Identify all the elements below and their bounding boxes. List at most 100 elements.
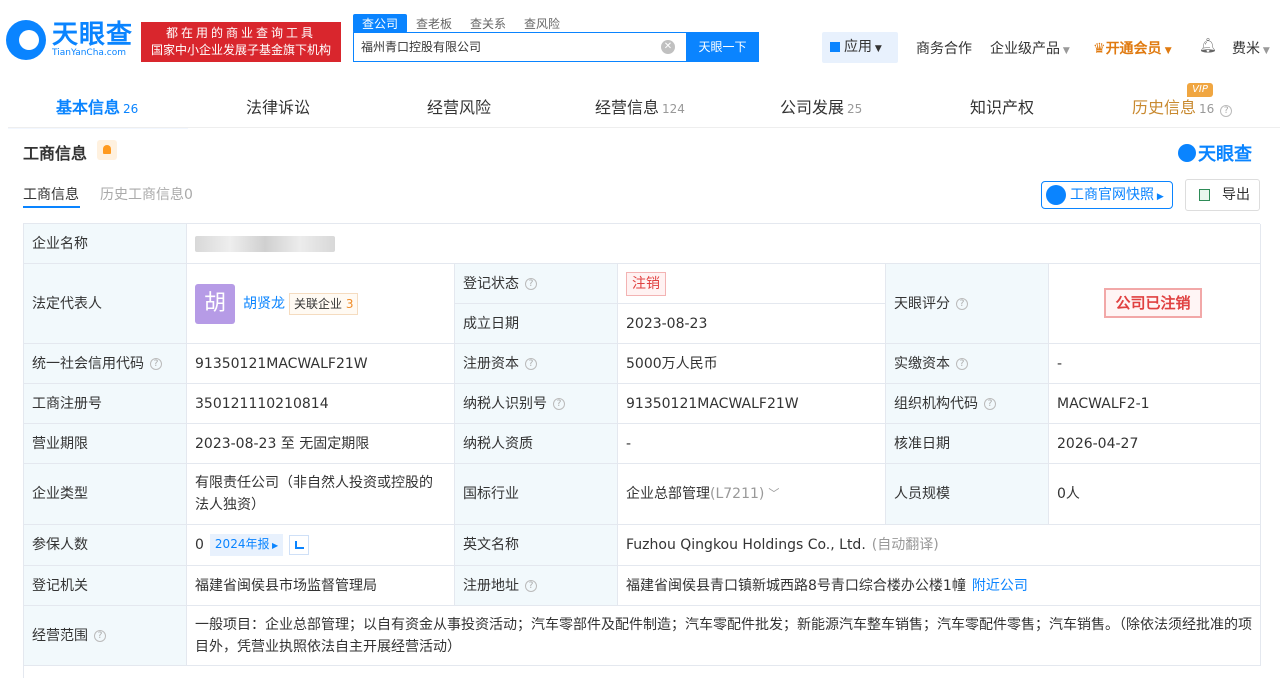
company-name-value: [187, 224, 1261, 264]
org-code-label-text: 组织机构代码: [894, 395, 978, 412]
credit-code-label: 统一社会信用代码?: [24, 344, 187, 384]
help-icon[interactable]: ?: [553, 397, 565, 410]
tab-label: 历史信息: [1132, 98, 1197, 117]
monitor-bell-icon[interactable]: [97, 140, 117, 160]
slogan-banner: 都在用的商业查询工具 国家中小企业发展子基金旗下机构: [141, 22, 341, 62]
caret-down-icon: ▼: [1060, 46, 1070, 56]
help-icon[interactable]: ?: [956, 297, 968, 310]
score-label-text: 天眼评分: [894, 295, 950, 312]
tab-count: 124: [662, 102, 685, 116]
tab-business-info[interactable]: 经营信息 124: [595, 94, 685, 118]
tax-qual-label: 纳税人资质: [455, 424, 618, 464]
help-icon[interactable]: ?: [94, 629, 106, 642]
org-code-label: 组织机构代码?: [886, 384, 1049, 424]
tab-risk[interactable]: 经营风险: [427, 94, 491, 118]
industry-label: 国标行业: [455, 464, 618, 525]
org-code-value: MACWALF2-1: [1049, 384, 1261, 424]
company-type-label: 企业类型: [24, 464, 187, 525]
brand-eye-icon: [1178, 144, 1196, 162]
reg-capital-label-text: 注册资本: [463, 355, 519, 372]
tab-development[interactable]: 公司发展 25: [780, 94, 862, 118]
tax-id-label-text: 纳税人识别号: [463, 395, 547, 412]
industry-name: 企业总部管理: [626, 486, 710, 502]
nav-enterprise[interactable]: 企业级产品 ▼: [990, 38, 1070, 58]
site-logo[interactable]: 天眼查 TianYanCha.com: [6, 20, 133, 60]
help-icon[interactable]: ?: [150, 357, 162, 370]
tax-id-value: 91350121MACWALF21W: [618, 384, 886, 424]
scope-label: 经营范围?: [24, 606, 187, 666]
credit-code-label-text: 统一社会信用代码: [32, 355, 144, 372]
nav-user-label: 费米: [1232, 41, 1260, 57]
annual-report-tag[interactable]: 2024年报 ▶: [209, 534, 284, 556]
authority-value: 福建省闽侯县市场监督管理局: [187, 566, 455, 606]
en-name-label: 英文名称: [455, 525, 618, 566]
clear-icon[interactable]: ✕: [661, 40, 675, 54]
app-menu-label: 应用: [844, 39, 872, 55]
nav-user[interactable]: 费米 ▼: [1232, 38, 1270, 58]
caret-right-icon: ▶: [1154, 192, 1164, 202]
tab-history[interactable]: 历史信息 16?: [1132, 94, 1233, 118]
help-icon[interactable]: ?: [1220, 105, 1233, 117]
industry-value[interactable]: 企业总部管理 (L7211) ﹀: [618, 464, 886, 525]
authority-label: 登记机关: [24, 566, 187, 606]
search-tab-boss[interactable]: 查老板: [407, 14, 461, 33]
nav-vip[interactable]: ♛开通会员 ▼: [1093, 38, 1172, 58]
search-tab-company[interactable]: 查公司: [353, 14, 408, 33]
company-type-value: 有限责任公司（非自然人投资或控股的法人独资）: [187, 464, 455, 525]
brand-watermark-text: 天眼查: [1198, 144, 1252, 165]
snapshot-button[interactable]: 工商官网快照 ▶: [1041, 181, 1173, 209]
address-text: 福建省闽侯县青口镇新城西路8号青口综合楼办公楼1幢: [626, 577, 966, 594]
address-label-text: 注册地址: [463, 577, 519, 594]
help-icon[interactable]: ?: [984, 397, 996, 410]
tab-label: 经营信息: [595, 98, 660, 117]
found-date-value: 2023-08-23: [618, 304, 886, 344]
approve-date-value: 2026-04-27: [1049, 424, 1261, 464]
tab-basic-info[interactable]: 基本信息 26: [56, 94, 138, 118]
term-label: 营业期限: [24, 424, 187, 464]
en-name-text: Fuzhou Qingkou Holdings Co., Ltd.: [626, 537, 866, 553]
export-button[interactable]: 导出: [1185, 179, 1260, 211]
tax-id-label: 纳税人识别号?: [455, 384, 618, 424]
paid-capital-value: -: [1049, 344, 1261, 384]
subtab-business-info[interactable]: 工商信息: [23, 184, 79, 204]
deregistered-stamp: 公司已注销: [1104, 288, 1202, 318]
tab-ip[interactable]: 知识产权: [970, 94, 1034, 118]
reg-status-label: 登记状态?: [455, 264, 618, 304]
auto-translate-note: (自动翻译): [871, 537, 939, 553]
chart-icon[interactable]: [289, 535, 310, 555]
paid-capital-label: 实缴资本?: [886, 344, 1049, 384]
subtab-underline: [23, 206, 80, 208]
tab-legal[interactable]: 法律诉讼: [246, 94, 310, 118]
notification-bell-icon[interactable]: 🔔︎: [1199, 38, 1217, 54]
tab-count: 26: [123, 102, 139, 116]
address-label: 注册地址?: [455, 566, 618, 606]
export-button-label: 导出: [1222, 187, 1250, 203]
help-icon[interactable]: ?: [956, 357, 968, 370]
tab-label: 公司发展: [780, 98, 845, 117]
annual-report-label: 2024年报: [214, 537, 270, 551]
related-companies-tag[interactable]: 关联企业 3: [289, 292, 359, 315]
search-tab-relation[interactable]: 查关系: [461, 14, 515, 33]
caret-down-icon: ▼: [1161, 46, 1172, 56]
score-label: 天眼评分?: [886, 264, 1049, 344]
tab-label: 经营风险: [427, 98, 492, 117]
legal-rep-label: 法定代表人: [24, 264, 187, 344]
search-tab-risk[interactable]: 查风险: [515, 14, 569, 33]
chevron-down-icon: ﹀: [768, 487, 780, 500]
help-icon[interactable]: ?: [525, 357, 537, 370]
nearby-companies-link[interactable]: 附近公司: [972, 575, 1028, 597]
subtab-history-business[interactable]: 历史工商信息0: [100, 184, 193, 204]
nav-business[interactable]: 商务合作: [916, 38, 972, 58]
help-icon[interactable]: ?: [525, 579, 537, 592]
avatar[interactable]: 胡: [195, 283, 235, 324]
business-info-table: 企业名称 法定代表人 胡 胡贤龙 关联企业 3 登记状态? 注销 成立日期 20…: [23, 223, 1261, 678]
legal-rep-name-link[interactable]: 胡贤龙: [243, 293, 285, 315]
tab-label: 知识产权: [970, 98, 1035, 117]
search-button[interactable]: 天眼一下: [686, 32, 759, 62]
help-icon[interactable]: ?: [525, 277, 537, 290]
search-input[interactable]: 福州青口控股有限公司 ✕: [353, 32, 687, 62]
app-menu-button[interactable]: 应用 ▼: [822, 32, 898, 63]
crown-icon: ♛: [1093, 41, 1106, 57]
slogan-line1: 都在用的商业查询工具: [165, 26, 316, 40]
snapshot-button-label: 工商官网快照: [1070, 187, 1154, 203]
